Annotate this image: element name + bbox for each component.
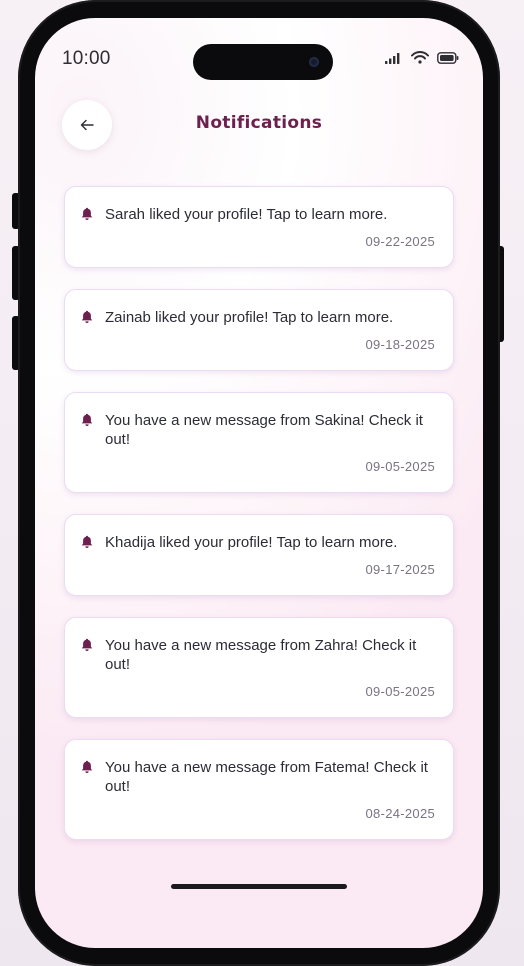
bell-icon (81, 760, 93, 773)
battery-icon (437, 51, 459, 64)
notification-card[interactable]: You have a new message from Sakina! Chec… (64, 392, 454, 493)
bell-icon (81, 535, 93, 548)
notification-list: Sarah liked your profile! Tap to learn m… (64, 186, 454, 861)
notification-text: Sarah liked your profile! Tap to learn m… (105, 206, 388, 223)
page: 10:00 Notifications Sarah liked your pro… (0, 0, 524, 966)
notification-card[interactable]: Sarah liked your profile! Tap to learn m… (64, 186, 454, 268)
signal-icon (385, 52, 400, 64)
dynamic-island (193, 44, 333, 80)
notification-text: You have a new message from Zahra! Check… (105, 637, 417, 673)
status-icons (385, 51, 459, 64)
page-title: Notifications (195, 113, 323, 133)
notification-card[interactable]: You have a new message from Zahra! Check… (64, 617, 454, 718)
notification-text: You have a new message from Fatema! Chec… (105, 759, 428, 795)
bell-icon (81, 310, 93, 323)
notification-text: Khadija liked your profile! Tap to learn… (105, 534, 398, 551)
bell-icon (81, 638, 93, 651)
notification-date: 09-18-2025 (365, 337, 435, 352)
header: Notifications (35, 100, 483, 150)
notification-text: You have a new message from Sakina! Chec… (105, 412, 423, 448)
status-time: 10:00 (62, 48, 111, 69)
notification-card[interactable]: You have a new message from Fatema! Chec… (64, 739, 454, 840)
notification-date: 08-24-2025 (365, 806, 435, 821)
bell-icon (81, 207, 93, 220)
notification-card[interactable]: Zainab liked your profile! Tap to learn … (64, 289, 454, 371)
notification-date: 09-05-2025 (365, 459, 435, 474)
phone-screen: 10:00 Notifications Sarah liked your pro… (35, 18, 483, 948)
notification-text: Zainab liked your profile! Tap to learn … (105, 309, 394, 326)
notification-date: 09-05-2025 (365, 684, 435, 699)
camera-lens-icon (309, 57, 319, 67)
notification-date: 09-22-2025 (365, 234, 435, 249)
wifi-icon (411, 51, 429, 64)
status-bar: 10:00 (35, 18, 483, 88)
notification-date: 09-17-2025 (365, 562, 435, 577)
home-indicator[interactable] (171, 884, 347, 889)
notification-card[interactable]: Khadija liked your profile! Tap to learn… (64, 514, 454, 596)
bell-icon (81, 413, 93, 426)
